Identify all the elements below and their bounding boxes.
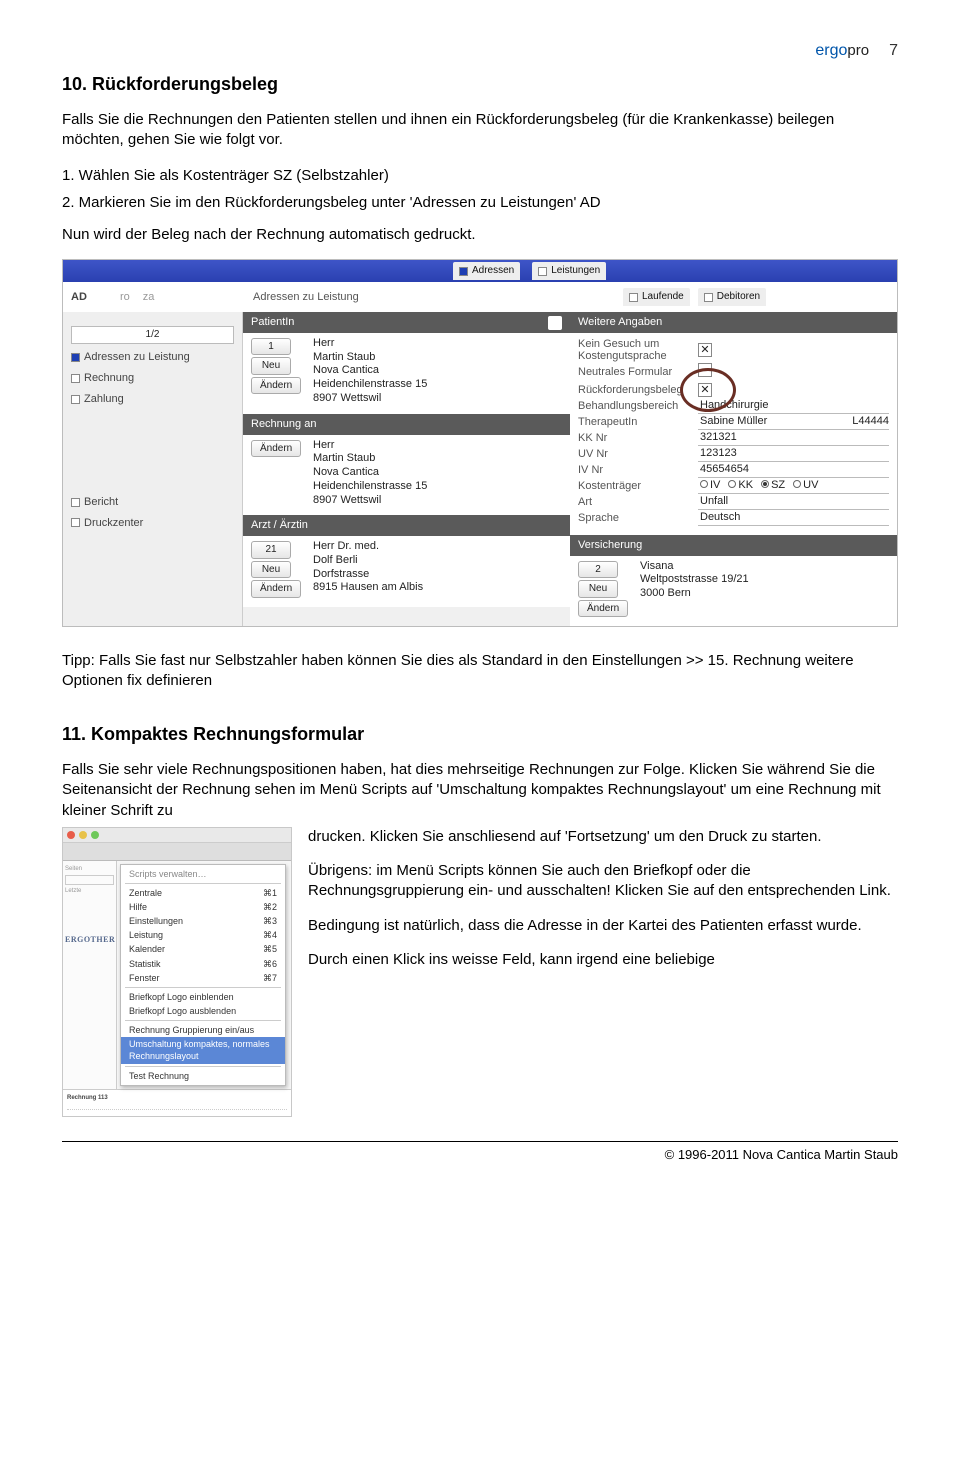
center-title: Adressen zu Leistung — [243, 290, 623, 305]
field-iv-nr[interactable]: 45654654 — [698, 463, 889, 478]
menu-item-logo-ein[interactable]: Briefkopf Logo einblenden — [121, 990, 285, 1004]
header-patientin: PatientIn — [243, 312, 570, 333]
neu-button[interactable]: Neu — [251, 357, 291, 375]
menu-item-hilfe[interactable]: Hilfe⌘2 — [121, 900, 285, 914]
header-weitere-angaben: Weitere Angaben — [570, 312, 897, 333]
code-ro: ro — [120, 291, 130, 303]
step-1: 1. Wählen Sie als Kostenträger SZ (Selbs… — [62, 166, 898, 186]
menu-item-einstellungen[interactable]: Einstellungen⌘3 — [121, 914, 285, 928]
num-1-button[interactable]: 1 — [251, 338, 291, 356]
section-11-p1b: drucken. Klicken Sie anschliesend auf 'F… — [308, 827, 898, 847]
aendern-button-2[interactable]: Ändern — [251, 440, 301, 458]
rechnung-an-address: HerrMartin StaubNova CanticaHeidenchilen… — [313, 439, 427, 508]
num-21-button[interactable]: 21 — [251, 541, 291, 559]
section-10-after: Nun wird der Beleg nach der Rechnung aut… — [62, 225, 898, 245]
field-kostentraeger[interactable]: IV KK SZ UV — [698, 479, 889, 494]
header-rechnung-an: Rechnung an — [243, 414, 570, 435]
window-traffic-lights — [63, 828, 291, 843]
menu-item-test-rechnung[interactable]: Test Rechnung — [121, 1069, 285, 1083]
aendern-button-4[interactable]: Ändern — [578, 600, 628, 618]
minimize-icon[interactable] — [79, 831, 87, 839]
top-bluebar: Adressen Leistungen — [63, 260, 897, 282]
close-icon[interactable] — [67, 831, 75, 839]
tab-leistungen[interactable]: Leistungen — [532, 262, 606, 280]
section-10-intro: Falls Sie die Rechnungen den Patienten s… — [62, 110, 898, 151]
checkbox-rueckforderung[interactable]: ✕ — [698, 383, 712, 397]
field-behandlungsbereich[interactable]: Handchirurgie — [698, 399, 889, 414]
num-2-button[interactable]: 2 — [578, 561, 618, 579]
menu-item-fenster[interactable]: Fenster⌘7 — [121, 971, 285, 985]
left-sidebar: 1/2 Adressen zu Leistung Rechnung Zahlun… — [63, 312, 243, 626]
screenshot-adressen-zu-leistung: Adressen Leistungen AD ro za Adressen zu… — [62, 259, 898, 627]
code-za: za — [143, 291, 155, 303]
subtab-laufende[interactable]: Laufende — [623, 288, 690, 306]
menu-item-umschaltung-kompakt[interactable]: Umschaltung kompaktes, normales Rechnung… — [121, 1037, 285, 1063]
sidebar-item-bericht[interactable]: Bericht — [71, 495, 234, 510]
gear-icon[interactable] — [548, 316, 562, 330]
header-arzt: Arzt / Ärztin — [243, 515, 570, 536]
neu-button-3[interactable]: Neu — [578, 580, 618, 598]
mini-sidebar: Seiten Letzte ERGOTHER — [63, 861, 117, 1089]
field-sprache[interactable]: Deutsch — [698, 511, 889, 526]
versicherung-address: VisanaWeltpoststrasse 19/213000 Bern — [640, 560, 749, 619]
field-kein-gesuch: Kein Gesuch um Kostengutsprache — [578, 338, 698, 362]
screenshot-scripts-menu: Seiten Letzte ERGOTHER Scripts verwalten… — [62, 827, 292, 1117]
section-10-title: 10. Rückforderungsbeleg — [62, 72, 898, 96]
brand-pro: pro — [847, 42, 869, 59]
step-2: 2. Markieren Sie im den Rückforderungsbe… — [62, 193, 898, 213]
field-kk-nr[interactable]: 321321 — [698, 431, 889, 446]
sidebar-item-zahlung[interactable]: Zahlung — [71, 392, 234, 407]
section-10-tip: Tipp: Falls Sie fast nur Selbstzahler ha… — [62, 651, 898, 692]
section-11-title: 11. Kompaktes Rechnungsformular — [62, 722, 898, 746]
field-rueckforderung: Rückforderungsbeleg — [578, 383, 698, 398]
checkbox-kein-gesuch[interactable]: ✕ — [698, 343, 712, 357]
radio-iv[interactable] — [700, 480, 708, 488]
subtab-debitoren[interactable]: Debitoren — [698, 288, 766, 306]
section-11-p4: Durch einen Klick ins weisse Feld, kann … — [308, 950, 898, 970]
field-art[interactable]: Unfall — [698, 495, 889, 510]
sidebar-item-adressen[interactable]: Adressen zu Leistung — [71, 350, 234, 365]
sidebar-item-rechnung[interactable]: Rechnung — [71, 371, 234, 386]
neu-button-2[interactable]: Neu — [251, 561, 291, 579]
invoice-preview: Rechnung 113 Nach Unfall Probleme mit… E… — [63, 1089, 291, 1117]
scripts-menu[interactable]: Scripts verwalten… Zentrale⌘1 Hilfe⌘2 Ei… — [120, 864, 286, 1086]
page-footer: © 1996-2011 Nova Cantica Martin Staub — [62, 1141, 898, 1164]
aendern-button-3[interactable]: Ändern — [251, 580, 301, 598]
radio-kk[interactable] — [728, 480, 736, 488]
menu-item-logo-aus[interactable]: Briefkopf Logo ausblenden — [121, 1004, 285, 1018]
field-neutrales: Neutrales Formular — [578, 365, 698, 380]
field-uv-nr[interactable]: 123123 — [698, 447, 889, 462]
menu-item-zentrale[interactable]: Zentrale⌘1 — [121, 886, 285, 900]
sub-header: AD ro za Adressen zu Leistung Laufende D… — [63, 282, 897, 312]
arzt-address: Herr Dr. med.Dolf BerliDorfstrasse8915 H… — [313, 540, 423, 599]
aendern-button[interactable]: Ändern — [251, 377, 301, 395]
page-number: 7 — [889, 40, 898, 62]
nav-counter[interactable]: 1/2 — [71, 326, 234, 344]
zoom-icon[interactable] — [91, 831, 99, 839]
menu-item-statistik[interactable]: Statistik⌘6 — [121, 957, 285, 971]
menu-item-leistung[interactable]: Leistung⌘4 — [121, 928, 285, 942]
radio-uv[interactable] — [793, 480, 801, 488]
tab-adressen[interactable]: Adressen — [453, 262, 520, 280]
brand-ergo: ergo — [815, 42, 847, 59]
sidebar-item-druckzenter[interactable]: Druckzenter — [71, 516, 234, 531]
checkbox-neutrales[interactable] — [698, 363, 712, 377]
header-versicherung: Versicherung — [570, 535, 897, 556]
copyright: © 1996-2011 Nova Cantica Martin Staub — [665, 1147, 898, 1162]
field-therapeutin[interactable]: Sabine MüllerL44444 — [698, 415, 889, 430]
ergother-label: ERGOTHER — [65, 935, 114, 946]
menu-title: Scripts verwalten… — [121, 867, 285, 881]
radio-sz[interactable] — [761, 480, 769, 488]
brand: ergopro — [815, 40, 869, 62]
toolbar — [63, 843, 291, 861]
section-11-p2: Übrigens: im Menü Scripts können Sie auc… — [308, 861, 898, 902]
patient-address: HerrMartin StaubNova CanticaHeidenchilen… — [313, 337, 427, 406]
section-11-p3: Bedingung ist natürlich, dass die Adress… — [308, 916, 898, 936]
code-ad: AD — [71, 291, 87, 303]
menu-item-kalender[interactable]: Kalender⌘5 — [121, 942, 285, 956]
section-11-p1: Falls Sie sehr viele Rechnungspositionen… — [62, 760, 898, 821]
menu-item-gruppierung[interactable]: Rechnung Gruppierung ein/aus — [121, 1023, 285, 1037]
